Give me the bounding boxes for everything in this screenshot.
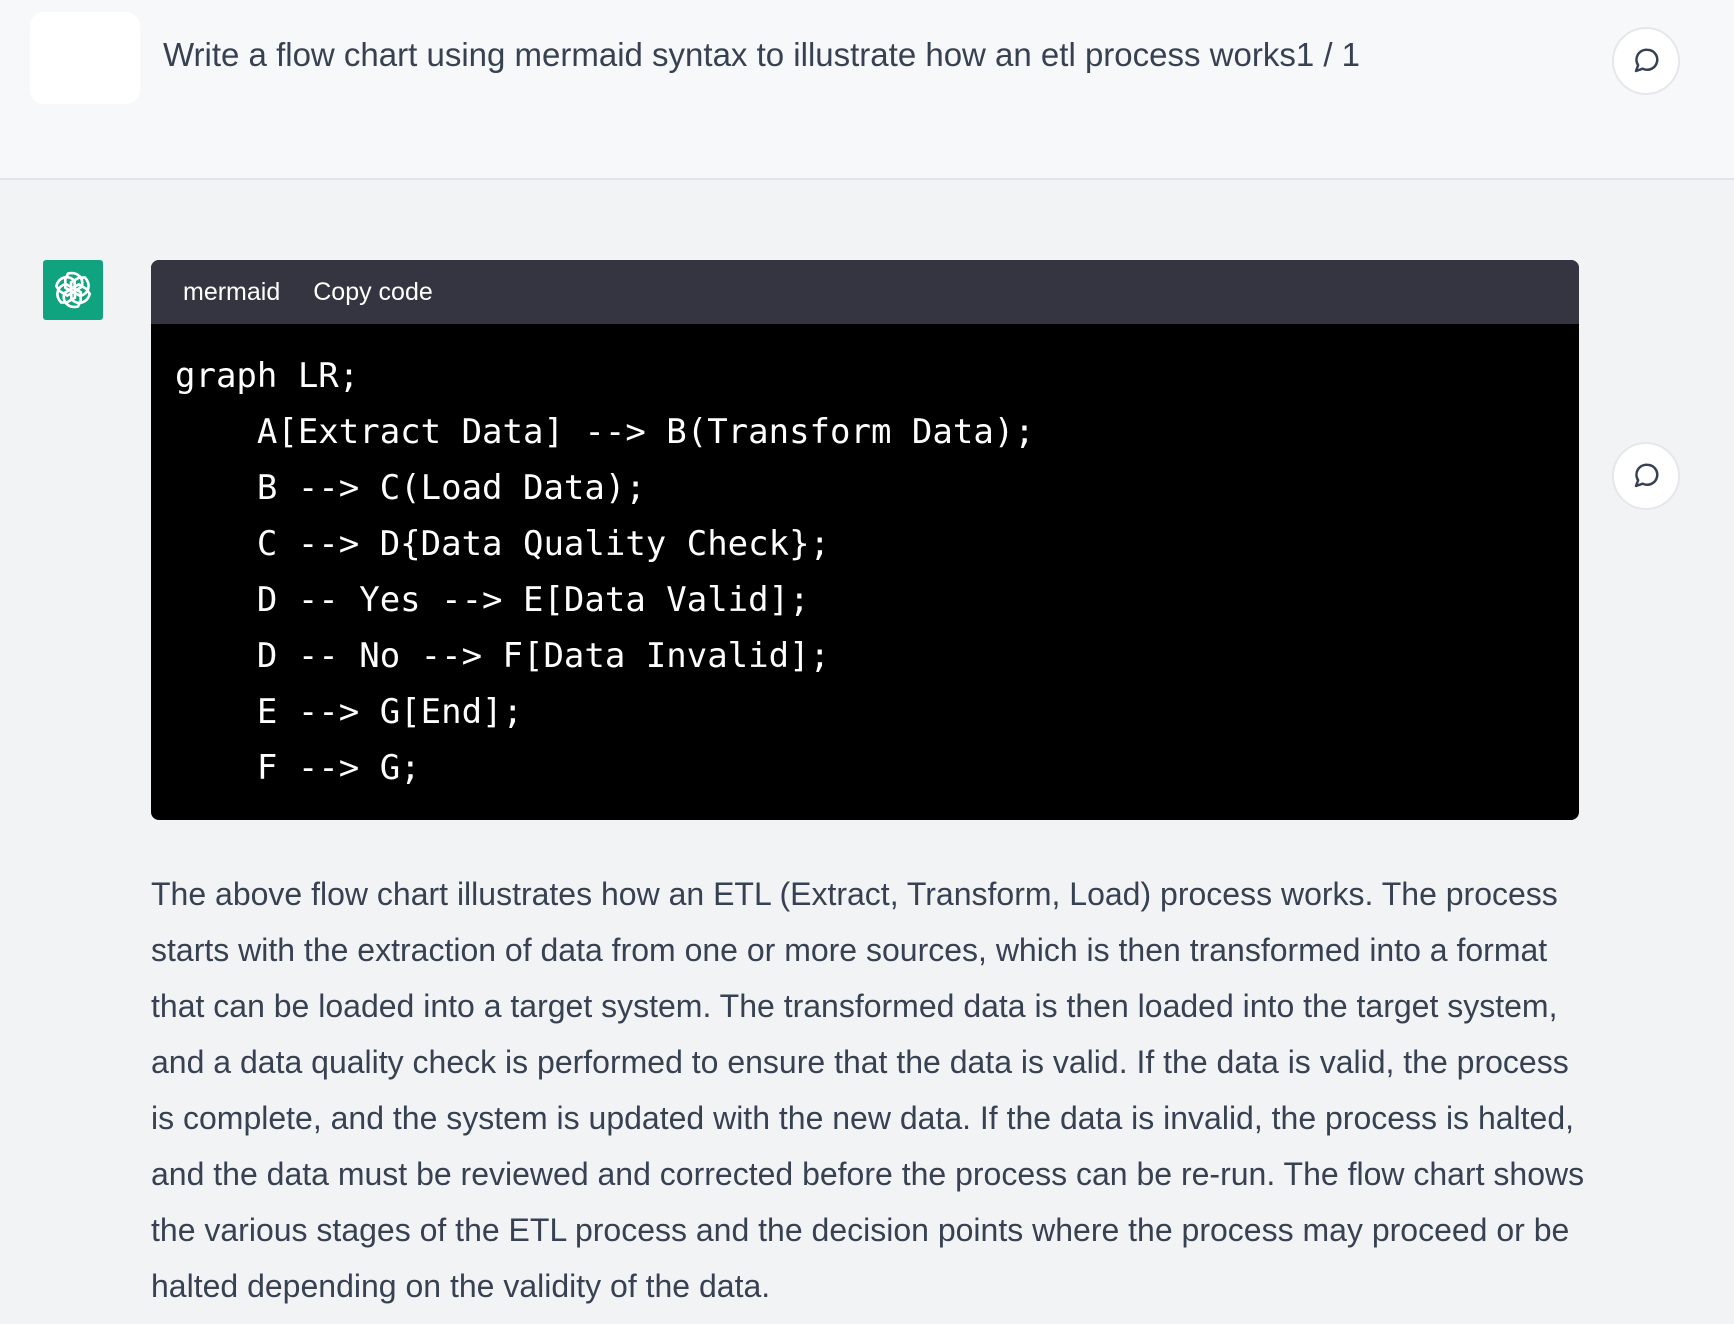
code-language-label: mermaid: [183, 277, 281, 306]
assistant-avatar: [43, 260, 103, 320]
code-line: B --> C(Load Data);: [175, 468, 646, 508]
copy-code-button[interactable]: Copy code: [313, 278, 433, 307]
assistant-message-row: mermaid Copy code graph LR; A[Extract Da…: [0, 180, 1734, 1324]
assistant-feedback-button[interactable]: [1612, 442, 1680, 510]
user-feedback-button[interactable]: [1612, 27, 1680, 95]
speech-bubble-icon: [1634, 48, 1659, 73]
openai-logo-icon: [54, 271, 92, 309]
code-line: D -- No --> F[Data Invalid];: [175, 636, 831, 676]
code-line: C --> D{Data Quality Check};: [175, 524, 831, 564]
response-paragraph: The above flow chart illustrates how an …: [151, 876, 1585, 1304]
code-content[interactable]: graph LR; A[Extract Data] --> B(Transfor…: [151, 324, 1579, 796]
code-line: graph LR;: [175, 356, 360, 396]
user-message-row: Write a flow chart using mermaid syntax …: [0, 0, 1734, 180]
code-block: mermaid Copy code graph LR; A[Extract Da…: [151, 260, 1579, 820]
code-block-header: mermaid Copy code: [151, 260, 1579, 324]
assistant-response-text: The above flow chart illustrates how an …: [151, 866, 1591, 1314]
code-line: D -- Yes --> E[Data Valid];: [175, 580, 810, 620]
user-avatar: [30, 12, 140, 104]
code-line: F --> G;: [175, 748, 421, 788]
code-line: A[Extract Data] --> B(Transform Data);: [175, 412, 1035, 452]
user-message-text: Write a flow chart using mermaid syntax …: [163, 36, 1361, 73]
code-line: E --> G[End];: [175, 692, 523, 732]
speech-bubble-icon: [1634, 463, 1659, 488]
